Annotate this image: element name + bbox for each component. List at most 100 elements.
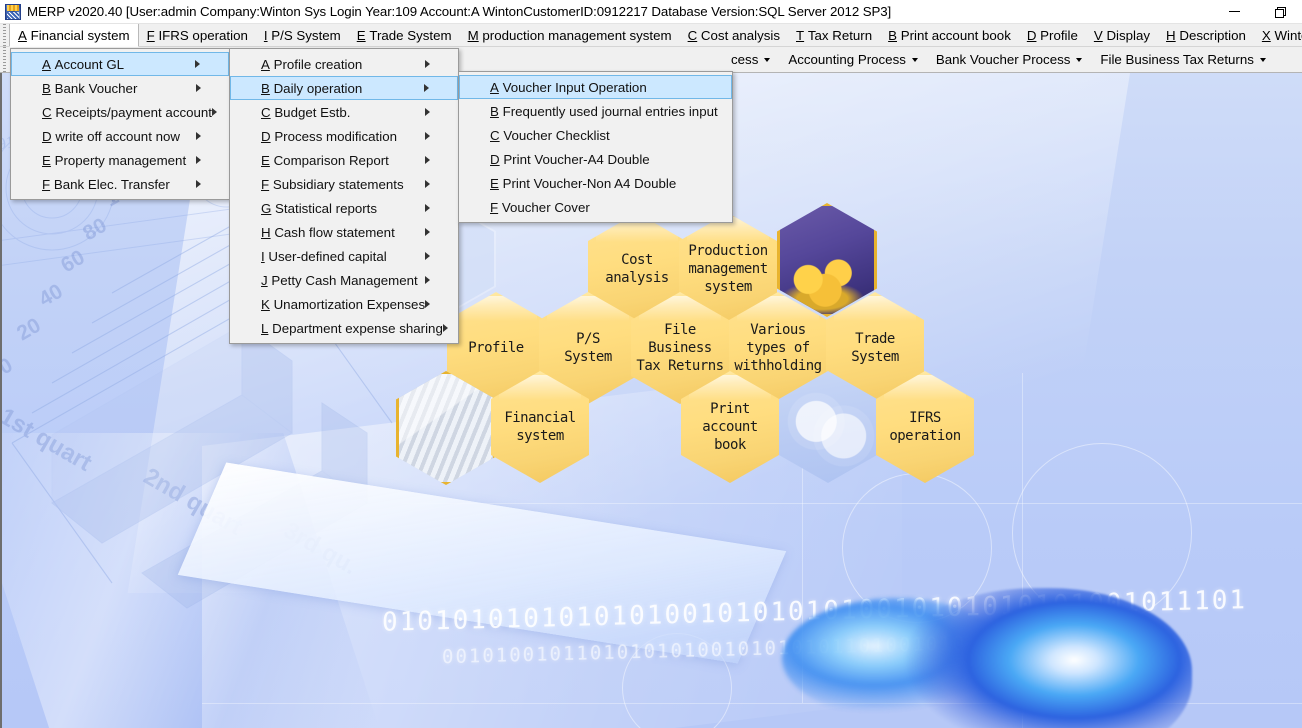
menu-item-write-off-account-now[interactable]: D write off account now bbox=[11, 124, 229, 148]
toolbar-item-cess[interactable]: cess bbox=[722, 47, 779, 72]
menu-item-budget-estb[interactable]: C Budget Estb. bbox=[230, 100, 458, 124]
menu-tax-return[interactable]: T Tax Return bbox=[788, 24, 880, 47]
menu-item-petty-cash-management[interactable]: J Petty Cash Management bbox=[230, 268, 458, 292]
svg-text:40: 40 bbox=[35, 280, 67, 312]
menu-financial-system[interactable]: A Financial system bbox=[9, 23, 139, 47]
menu-item-receipts-payment-account[interactable]: C Receipts/payment account bbox=[11, 100, 229, 124]
menu-trade-system[interactable]: E Trade System bbox=[349, 24, 460, 47]
toolbar-item-file-business-tax-returns[interactable]: File Business Tax Returns bbox=[1091, 47, 1274, 72]
minimize-icon bbox=[1229, 11, 1240, 12]
menu-item-voucher-checklist[interactable]: C Voucher Checklist bbox=[459, 123, 732, 147]
item-label: Print Voucher-Non A4 Double bbox=[502, 175, 677, 191]
menu-item-user-defined-capital[interactable]: I User-defined capital bbox=[230, 244, 458, 268]
hex-line: File bbox=[664, 322, 696, 338]
item-mnemonic: A bbox=[261, 56, 270, 72]
item-label: Account GL bbox=[54, 56, 125, 72]
hex-line: system bbox=[704, 279, 752, 295]
submenu-arrow-icon bbox=[425, 276, 448, 284]
hex-line: Profile bbox=[468, 340, 524, 356]
menu-mnemonic: T bbox=[796, 28, 805, 43]
toolbar-drag-handle[interactable] bbox=[0, 47, 9, 72]
item-mnemonic: D bbox=[490, 151, 500, 167]
erp-app-icon bbox=[5, 3, 21, 20]
title-bar: MERP v2020.40 [User:admin Company:Winton… bbox=[0, 0, 1302, 24]
menu-profile[interactable]: D Profile bbox=[1019, 24, 1086, 47]
hex-line: types of bbox=[746, 340, 810, 356]
chevron-down-icon bbox=[1259, 57, 1266, 62]
restore-icon bbox=[1275, 7, 1286, 18]
item-mnemonic: C bbox=[42, 104, 52, 120]
menu-ps-system[interactable]: I P/S System bbox=[256, 24, 349, 47]
menu-item-department-expense-sharing[interactable]: L Department expense sharing bbox=[230, 316, 458, 340]
item-label: Petty Cash Management bbox=[271, 272, 418, 288]
menu-item-account-gl[interactable]: A Account GL bbox=[11, 52, 229, 76]
toolbar-item-bank-voucher-process[interactable]: Bank Voucher Process bbox=[927, 47, 1092, 72]
submenu-arrow-icon bbox=[424, 84, 447, 92]
menu-ifrs-operation[interactable]: F IFRS operation bbox=[139, 24, 256, 47]
hex-line: system bbox=[516, 428, 564, 444]
submenu-arrow-icon bbox=[425, 180, 448, 188]
menu-item-profile-creation[interactable]: A Profile creation bbox=[230, 52, 458, 76]
toolbar-item-label: File Business Tax Returns bbox=[1100, 52, 1254, 67]
menu-mnemonic: B bbox=[888, 28, 897, 43]
toolbar-item-accounting-process[interactable]: Accounting Process bbox=[779, 47, 927, 72]
menu-item-comparison-report[interactable]: E Comparison Report bbox=[230, 148, 458, 172]
submenu-arrow-icon bbox=[425, 204, 448, 212]
restore-button[interactable] bbox=[1257, 0, 1302, 24]
hex-line: Various bbox=[750, 322, 806, 338]
menu-cost-analysis[interactable]: C Cost analysis bbox=[680, 24, 788, 47]
hex-line: Trade bbox=[855, 331, 895, 347]
item-mnemonic: I bbox=[261, 248, 265, 264]
menu-item-bank-voucher[interactable]: B Bank Voucher bbox=[11, 76, 229, 100]
submenu-arrow-icon bbox=[425, 156, 448, 164]
item-mnemonic: B bbox=[261, 80, 270, 96]
menu-production-management-system[interactable]: M production management system bbox=[460, 24, 680, 47]
menu-mnemonic: E bbox=[356, 28, 366, 43]
menu-item-print-voucher-a4-double[interactable]: D Print Voucher-A4 Double bbox=[459, 147, 732, 171]
menu-item-print-voucher-non-a4-double[interactable]: E Print Voucher-Non A4 Double bbox=[459, 171, 732, 195]
menu-label: Trade System bbox=[369, 28, 452, 43]
menu-description[interactable]: H Description bbox=[1158, 24, 1254, 47]
menu-label: IFRS operation bbox=[158, 28, 248, 43]
chevron-down-icon bbox=[911, 57, 918, 62]
submenu-arrow-icon bbox=[196, 84, 219, 92]
toolbar-item-label: cess bbox=[731, 52, 759, 67]
menu-item-frequently-used-journal-entries-input[interactable]: B Frequently used journal entries input bbox=[459, 99, 732, 123]
menu-mnemonic: A bbox=[18, 27, 27, 43]
chevron-down-icon bbox=[764, 57, 771, 62]
submenu-arrow-icon bbox=[196, 156, 219, 164]
menu-label: Print account book bbox=[900, 28, 1011, 43]
menu-item-voucher-input-operation[interactable]: A Voucher Input Operation bbox=[459, 75, 732, 99]
menu-item-daily-operation[interactable]: B Daily operation bbox=[230, 76, 458, 100]
minimize-button[interactable] bbox=[1212, 0, 1257, 24]
menu-item-unamortization-expenses[interactable]: K Unamortization Expenses bbox=[230, 292, 458, 316]
menu-item-process-modification[interactable]: D Process modification bbox=[230, 124, 458, 148]
menu-mnemonic: I bbox=[263, 28, 268, 43]
item-mnemonic: G bbox=[261, 200, 272, 216]
hex-line: System bbox=[564, 349, 612, 365]
menu-item-subsidiary-statements[interactable]: F Subsidiary statements bbox=[230, 172, 458, 196]
item-mnemonic: D bbox=[261, 128, 271, 144]
menu-label: production management system bbox=[482, 28, 672, 43]
menu-item-bank-elec-transfer[interactable]: F Bank Elec. Transfer bbox=[11, 172, 229, 196]
hex-line: System bbox=[851, 349, 899, 365]
item-label: Subsidiary statements bbox=[272, 176, 404, 192]
submenu-arrow-icon bbox=[425, 132, 448, 140]
item-label: Bank Voucher bbox=[54, 80, 138, 96]
menu-print-account-book[interactable]: B Print account book bbox=[880, 24, 1019, 47]
menu-item-statistical-reports[interactable]: G Statistical reports bbox=[230, 196, 458, 220]
menu-mnemonic: D bbox=[1026, 28, 1037, 43]
menu-label: Cost analysis bbox=[700, 28, 780, 43]
menu-wintons-service[interactable]: X Winton's service bbox=[1254, 24, 1302, 47]
hex-line: Print bbox=[710, 401, 750, 417]
svg-text:20: 20 bbox=[13, 314, 45, 346]
menubar-drag-handle[interactable] bbox=[0, 24, 9, 46]
menu-item-property-management[interactable]: E Property management bbox=[11, 148, 229, 172]
item-mnemonic: B bbox=[490, 103, 499, 119]
menu-item-voucher-cover[interactable]: F Voucher Cover bbox=[459, 195, 732, 219]
menu-item-cash-flow-statement[interactable]: H Cash flow statement bbox=[230, 220, 458, 244]
item-mnemonic: B bbox=[42, 80, 51, 96]
hex-line: operation bbox=[889, 428, 961, 444]
item-label: Department expense sharing bbox=[272, 320, 443, 336]
menu-display[interactable]: V Display bbox=[1086, 24, 1158, 47]
